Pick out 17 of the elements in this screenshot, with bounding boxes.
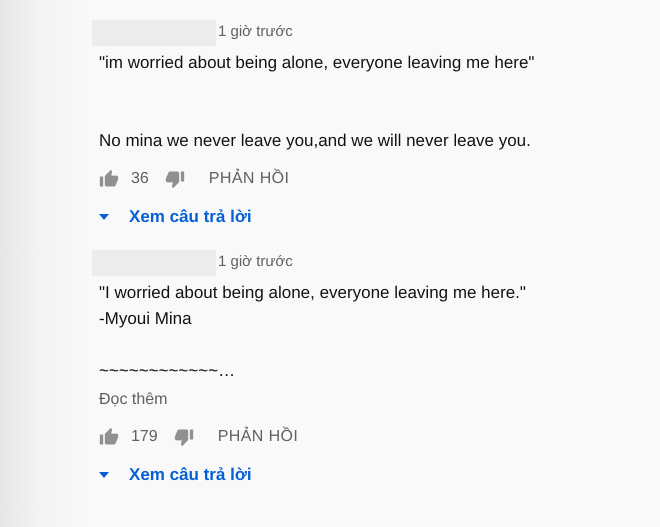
reply-button[interactable]: PHẢN HỒI <box>208 167 290 191</box>
comment-time: 1 giờ trước <box>218 22 293 42</box>
caret-icon <box>99 472 109 478</box>
like-count: 36 <box>131 169 149 189</box>
read-more-link[interactable]: Đọc thêm <box>99 388 168 412</box>
reply-button[interactable]: PHẢN HỒI <box>218 425 298 449</box>
view-replies-link[interactable]: Xem câu trả lời <box>129 204 252 230</box>
thumbs-down-icon[interactable] <box>164 169 185 189</box>
caret-icon <box>99 214 109 220</box>
thumbs-up-icon[interactable] <box>99 169 119 189</box>
like-count: 179 <box>131 427 158 447</box>
comment-time: 1 giờ trước <box>218 252 293 272</box>
view-replies-link[interactable]: Xem câu trả lời <box>129 462 252 488</box>
comment-text: "im worried about being alone, everyone leaving me here" No mina we never leave you,and we will never leave you. <box>99 52 534 152</box>
comment-text: "I worried about being alone, everyone leaving me here." -Myoui Mina ~~~~~~~~~~~~… <box>99 282 526 382</box>
thumbs-up-icon[interactable] <box>99 427 119 447</box>
thumbs-down-icon[interactable] <box>174 427 194 447</box>
